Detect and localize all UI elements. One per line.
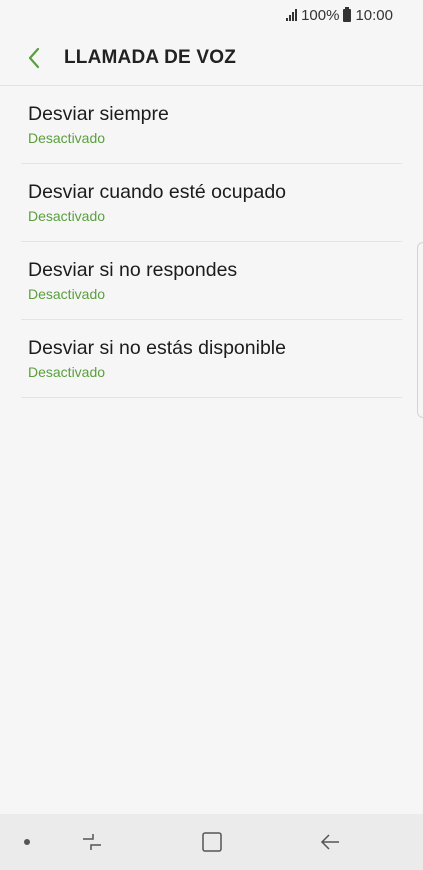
signal-icon <box>286 9 298 21</box>
item-status: Desactivado <box>28 207 106 224</box>
item-title: Desviar cuando esté ocupado <box>28 180 287 203</box>
navigation-bar <box>0 814 423 870</box>
list-item-forward-no-answer[interactable]: Desviar si no respondes Desactivado <box>21 242 402 320</box>
app-header: LLAMADA DE VOZ <box>0 30 423 86</box>
settings-list: Desviar siempre Desactivado Desviar cuan… <box>21 86 402 398</box>
battery-percent: 100% <box>301 6 340 24</box>
back-icon <box>320 834 339 850</box>
battery-icon <box>343 6 352 22</box>
nav-dot-icon[interactable] <box>24 839 30 845</box>
home-icon <box>202 832 222 852</box>
item-title: Desviar siempre <box>28 102 169 125</box>
status-bar: 100% 10:00 <box>0 0 423 30</box>
recent-apps-icon <box>83 834 101 850</box>
chevron-left-icon <box>28 47 40 68</box>
back-nav-button[interactable] <box>310 824 350 860</box>
item-title: Desviar si no respondes <box>28 258 238 281</box>
item-status: Desactivado <box>28 363 106 380</box>
list-item-forward-unavailable[interactable]: Desviar si no estás disponible Desactiva… <box>21 320 402 398</box>
recent-apps-button[interactable] <box>72 824 112 860</box>
edge-panel-handle[interactable] <box>417 242 423 418</box>
page-title: LLAMADA DE VOZ <box>64 46 237 68</box>
clock: 10:00 <box>355 6 393 24</box>
item-status: Desactivado <box>28 129 106 146</box>
list-item-forward-always[interactable]: Desviar siempre Desactivado <box>21 86 402 164</box>
home-button[interactable] <box>192 824 232 860</box>
item-title: Desviar si no estás disponible <box>28 336 286 359</box>
back-button[interactable] <box>12 36 56 80</box>
item-status: Desactivado <box>28 285 106 302</box>
list-item-forward-busy[interactable]: Desviar cuando esté ocupado Desactivado <box>21 164 402 242</box>
